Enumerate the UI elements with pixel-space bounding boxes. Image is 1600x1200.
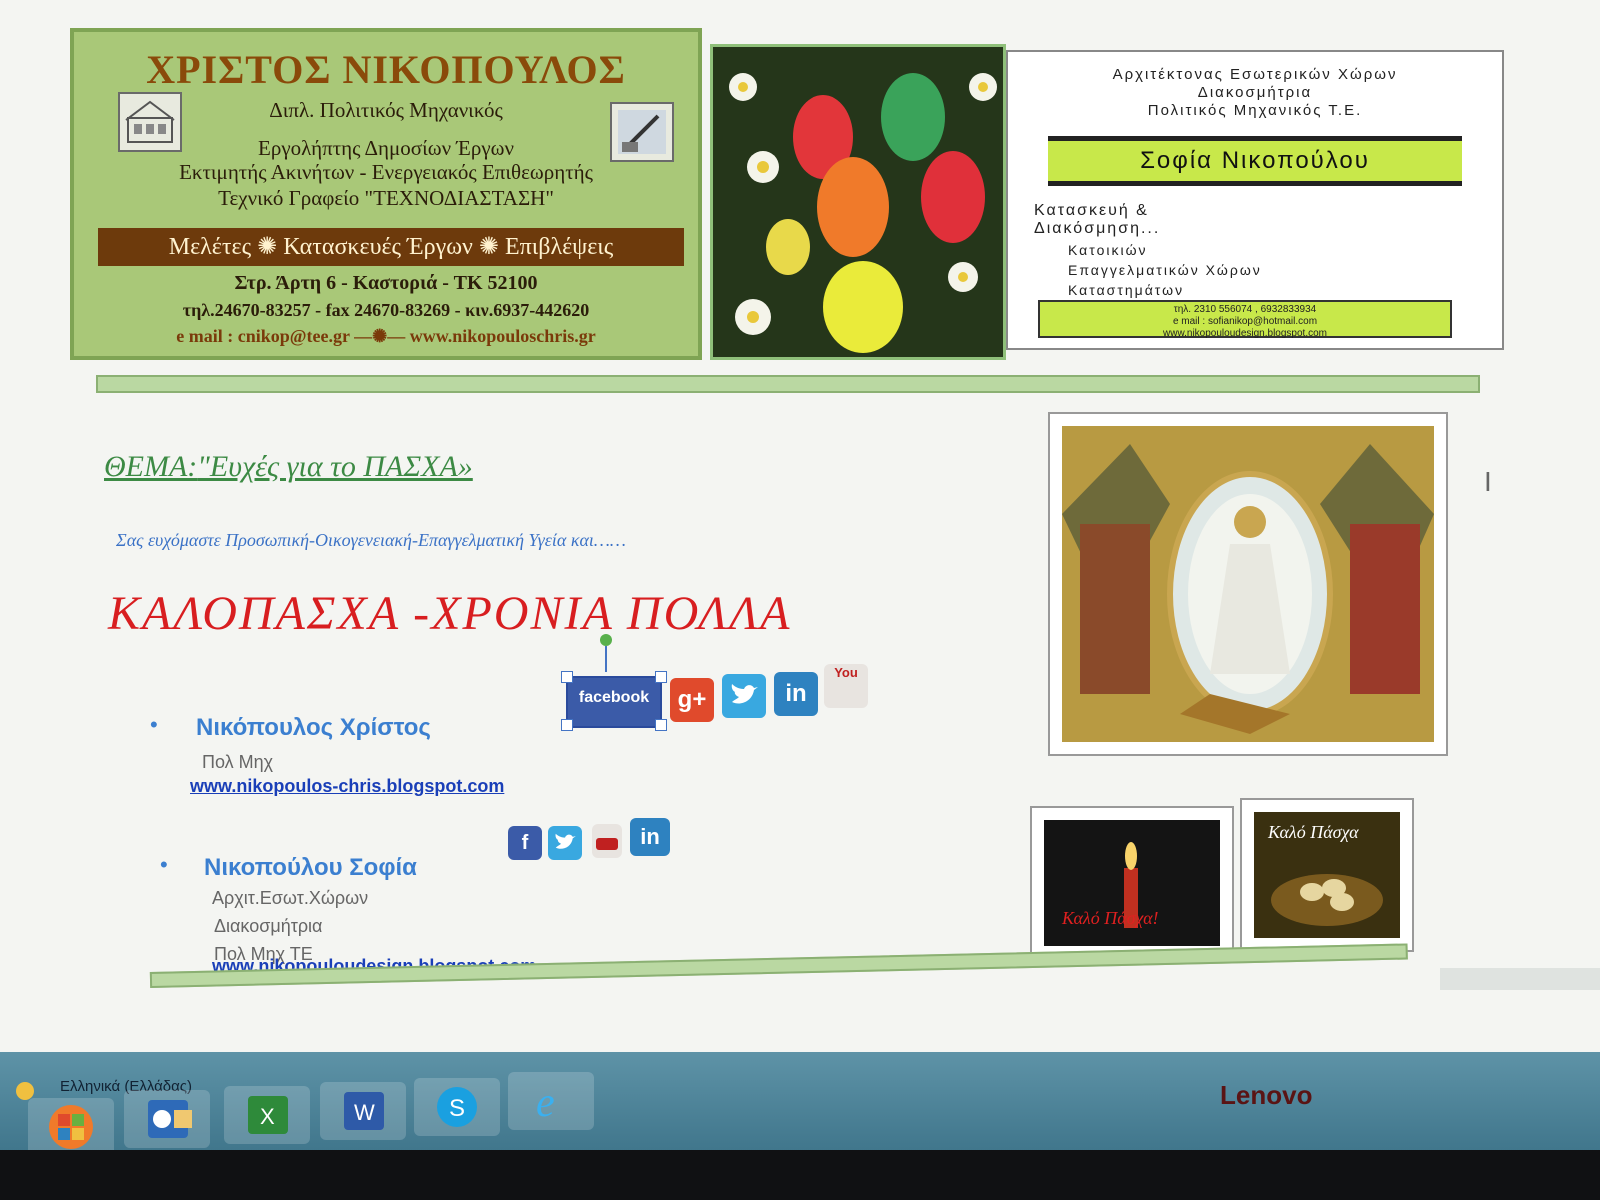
svg-text:W: W — [354, 1100, 375, 1125]
business-card-christos: ΧΡΙΣΤΟΣ ΝΙΚΟΠΟΥΛΟΣ Διπλ. Πολιτικός Μηχαν… — [70, 28, 702, 360]
card3-line3: Πολιτικός Μηχανικός Τ.Ε. — [1147, 102, 1363, 119]
bullet-icon: • — [150, 712, 158, 737]
person1-link[interactable]: www.nikopoulos-chris.blogspot.com — [190, 776, 504, 797]
card3-line2: Διακοσμήτρια — [1197, 84, 1313, 101]
subject-prefix: ΘΕΜΑ: — [104, 450, 198, 483]
twitter-icon[interactable] — [722, 674, 766, 718]
resurrection-icon-image — [1048, 412, 1448, 756]
easter-eggs-photo — [710, 44, 1006, 360]
google-plus-icon[interactable]: g+ — [670, 678, 714, 722]
twitter-small-icon[interactable] — [548, 826, 582, 860]
facebook-button[interactable]: facebook — [566, 676, 662, 728]
youtube-small-icon[interactable] — [592, 824, 622, 858]
card3-build1: Κατασκευή & — [1034, 202, 1149, 219]
skype-icon[interactable]: S — [414, 1078, 500, 1136]
drawing-tool-icon — [610, 102, 674, 162]
subject-line: ΘΕΜΑ:"Ευχές για το ΠΑΣΧΑ» — [104, 450, 473, 484]
youtube-label: You — [834, 665, 858, 680]
person1-block: • — [150, 712, 158, 738]
card3-build2: Διακόσμηση... — [1034, 220, 1161, 237]
person2-name: Νικοπούλου Σοφία — [204, 854, 417, 881]
linkedin-icon[interactable]: in — [774, 672, 818, 716]
outlook-icon[interactable] — [124, 1090, 210, 1148]
card1-line2: Εκτιμητής Ακινήτων - Ενεργειακός Επιθεωρ… — [179, 160, 593, 184]
bullet-icon: • — [160, 852, 168, 877]
card3-item2: Επαγγελματικών Χώρων — [1068, 262, 1262, 278]
card3-contact-box: τηλ. 2310 556074 , 6932833934 e mail : s… — [1038, 300, 1452, 339]
facebook-label: facebook — [578, 689, 650, 706]
selection-handle-br[interactable] — [655, 719, 667, 731]
svg-text:S: S — [449, 1095, 465, 1122]
card3-foot-phone: τηλ. 2310 556074 , 6932833934 — [1173, 304, 1317, 315]
card3-line1: Αρχιτέκτονας Εσωτερικών Χώρων — [1112, 66, 1398, 83]
excel-icon[interactable]: X — [224, 1086, 310, 1144]
candle-text: Καλό Πάσχα! — [1062, 908, 1159, 928]
card1-address: Στρ. Άρτη 6 - Καστοριά - ΤΚ 52100 — [234, 272, 538, 294]
document-page: ΧΡΙΣΤΟΣ ΝΙΚΟΠΟΥΛΟΣ Διπλ. Πολιτικός Μηχαν… — [0, 0, 1600, 1100]
card1-name: ΧΡΙΣΤΟΣ ΝΙΚΟΠΟΥΛΟΣ — [146, 47, 626, 92]
svg-text:e: e — [536, 1080, 555, 1126]
card3-name: Σοφία Νικοπούλου — [1048, 136, 1462, 186]
card1-web: e mail : cnikop@tee.gr —✺— www.nikopoulo… — [176, 326, 596, 346]
card1-phones: τηλ.24670-83257 - fax 24670-83269 - κιν.… — [182, 300, 590, 320]
greeting-text: ΚΑΛΟΠΑΣΧΑ -ΧΡΟΝΙΑ ΠΟΛΛΑ — [108, 587, 792, 640]
rotate-handle-line — [605, 646, 607, 672]
person2-role1: Αρχιτ.Εσωτ.Χώρων — [212, 888, 369, 908]
card1-line3: Τεχνικό Γραφείο "ΤΕΧΝΟΔΙΑΣΤΑΣΗ" — [218, 186, 554, 210]
card3-foot-email: e mail : sofianikop@hotmail.com — [1172, 316, 1318, 327]
person2-role2: Διακοσμήτρια — [214, 916, 323, 936]
separator-top — [96, 375, 1480, 393]
card3-item3: Καταστημάτων — [1068, 282, 1185, 298]
linkedin-small-icon[interactable]: in — [630, 818, 670, 856]
selection-handle-tr[interactable] — [655, 671, 667, 683]
person2-block: • — [160, 852, 168, 878]
selection-handle-bl[interactable] — [561, 719, 573, 731]
monitor-bezel — [0, 1150, 1600, 1200]
linkedin-label: in — [785, 680, 807, 707]
google-plus-label: g+ — [677, 686, 707, 713]
wish-text: Σας ευχόμαστε Προσωπική-Οικογενειακή-Επα… — [116, 530, 626, 550]
subject-text: "Ευχές για το ΠΑΣΧΑ» — [197, 450, 473, 483]
text-cursor-icon: I — [1484, 466, 1492, 497]
business-card-sofia: Αρχιτέκτονας Εσωτερικών Χώρων Διακοσμήτρ… — [1006, 50, 1504, 350]
monitor-brand: Lenovo — [1220, 1080, 1313, 1110]
nest-text: Καλό Πάσχα — [1268, 822, 1359, 842]
person1-name: Νικόπουλος Χρίστος — [196, 714, 431, 741]
word-icon[interactable]: W — [320, 1082, 406, 1140]
youtube-icon[interactable]: You — [824, 664, 868, 708]
windows-start-icon[interactable] — [28, 1098, 114, 1156]
rotate-handle[interactable] — [600, 634, 612, 646]
nest-picture: Καλό Πάσχα — [1240, 798, 1414, 952]
svg-text:X: X — [260, 1104, 275, 1129]
selection-handle-tl[interactable] — [561, 671, 573, 683]
person1-role: Πολ Μηχ — [202, 752, 274, 772]
card3-foot-web: www.nikopouloudesign.blogspot.com — [1163, 328, 1327, 339]
card1-services-band: Μελέτες ✺ Κατασκευές Έργων ✺ Επιβλέψεις — [98, 228, 684, 266]
candle-picture: Καλό Πάσχα! — [1030, 806, 1234, 960]
card3-item1: Κατοικιών — [1068, 242, 1148, 258]
status-bar — [1440, 968, 1600, 990]
facebook-small-icon[interactable]: f — [508, 826, 542, 860]
house-icon — [118, 92, 182, 152]
internet-explorer-icon[interactable]: e — [508, 1072, 594, 1130]
